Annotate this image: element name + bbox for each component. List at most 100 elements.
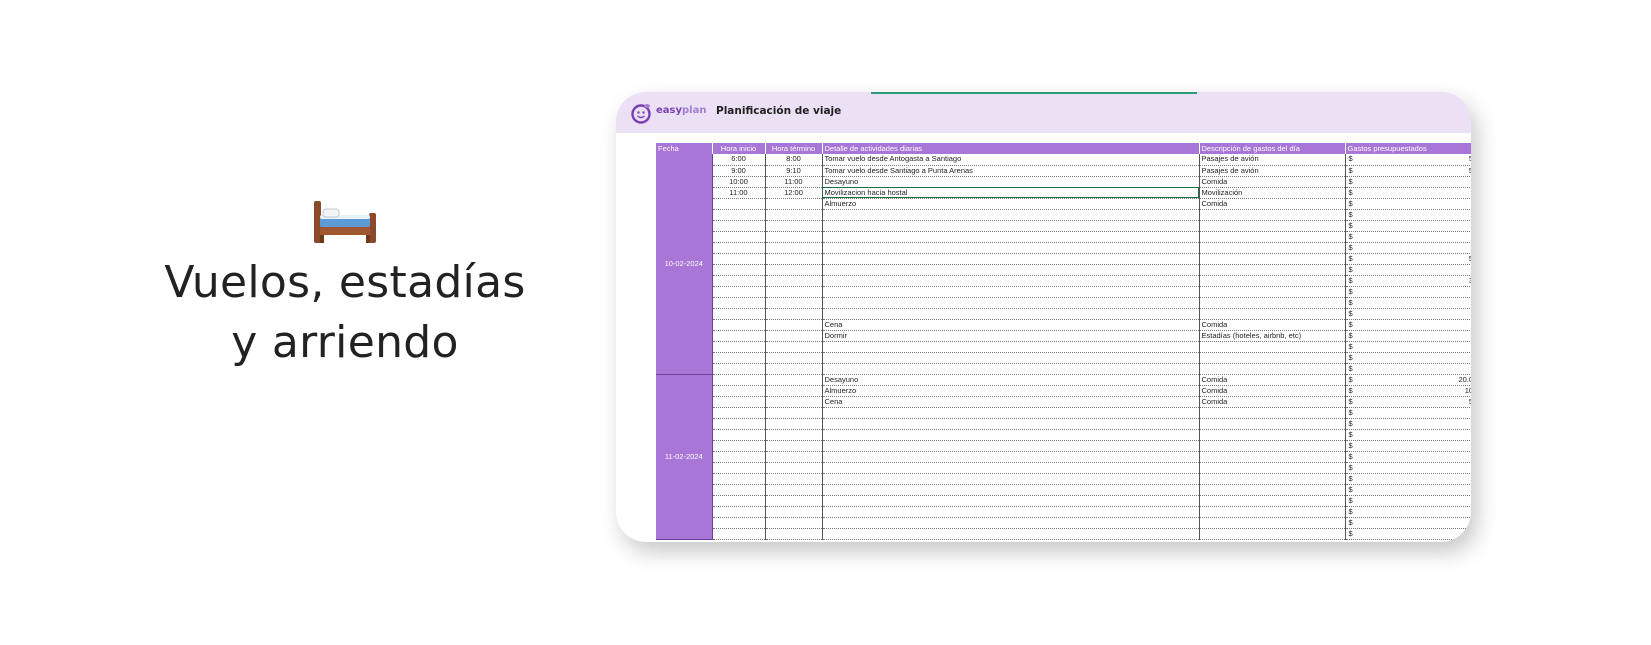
end-time-cell[interactable] [765,418,823,430]
end-time-cell[interactable] [765,528,823,540]
end-time-cell[interactable] [765,352,823,364]
start-time-cell[interactable] [712,220,766,232]
end-time-cell[interactable] [765,330,823,342]
header-gastos[interactable]: Gastos presupuestados [1345,143,1471,154]
expense-category-cell[interactable] [1199,429,1346,441]
start-time-cell[interactable] [712,242,766,254]
budget-amount-cell[interactable]: $100.0 [1345,385,1471,397]
expense-category-cell[interactable] [1199,484,1346,496]
start-time-cell[interactable] [712,396,766,408]
start-time-cell[interactable] [712,330,766,342]
start-time-cell[interactable] [712,198,766,210]
expense-category-cell[interactable] [1199,451,1346,463]
start-time-cell[interactable] [712,264,766,276]
end-time-cell[interactable] [765,484,823,496]
activity-cell[interactable] [822,407,1200,419]
start-time-cell[interactable] [712,495,766,507]
expense-category-cell[interactable] [1199,231,1346,243]
expense-category-cell[interactable] [1199,286,1346,298]
expense-category-cell[interactable]: Comida [1199,198,1346,210]
expense-category-cell[interactable] [1199,473,1346,485]
budget-amount-cell[interactable]: $- [1345,242,1471,254]
expense-category-cell[interactable] [1199,220,1346,232]
start-time-cell[interactable] [712,528,766,540]
budget-amount-cell[interactable]: $- [1345,319,1471,331]
end-time-cell[interactable] [765,308,823,320]
start-time-cell[interactable] [712,517,766,529]
end-time-cell[interactable] [765,451,823,463]
end-time-cell[interactable] [765,220,823,232]
expense-category-cell[interactable]: Pasajes de avión [1199,154,1346,166]
expense-category-cell[interactable]: Estadías (hoteles, airbnb, etc) [1199,330,1346,342]
expense-category-cell[interactable] [1199,418,1346,430]
end-time-cell[interactable]: 9:10 [765,165,823,177]
start-time-cell[interactable] [712,297,766,309]
budget-amount-cell[interactable]: $- [1345,473,1471,485]
budget-amount-cell[interactable]: $50.0 [1345,396,1471,408]
end-time-cell[interactable] [765,517,823,529]
start-time-cell[interactable] [712,374,766,386]
start-time-cell[interactable]: 11:00 [712,187,766,199]
budget-amount-cell[interactable]: $- [1345,462,1471,474]
start-time-cell[interactable] [712,341,766,353]
budget-amount-cell[interactable]: $2.3 [1345,264,1471,276]
activity-cell[interactable] [822,297,1200,309]
activity-cell[interactable]: Cena [822,319,1200,331]
start-time-cell[interactable] [712,385,766,397]
header-hora-termino[interactable]: Hora término [765,143,823,154]
budget-amount-cell[interactable]: $20.000, [1345,374,1471,386]
activity-cell[interactable] [822,473,1200,485]
start-time-cell[interactable] [712,429,766,441]
end-time-cell[interactable]: 8:00 [765,154,823,166]
budget-amount-cell[interactable]: $- [1345,209,1471,221]
start-time-cell[interactable] [712,231,766,243]
expense-category-cell[interactable]: Movilización [1199,187,1346,199]
expense-category-cell[interactable]: Pasajes de avión [1199,165,1346,177]
activity-cell[interactable] [822,506,1200,518]
expense-category-cell[interactable] [1199,209,1346,221]
activity-cell[interactable] [822,220,1200,232]
activity-cell[interactable] [822,253,1200,265]
activity-cell[interactable]: Tomar vuelo desde Antogasta a Santiago [822,154,1200,166]
start-time-cell[interactable] [712,286,766,298]
start-time-cell[interactable] [712,484,766,496]
header-descripcion[interactable]: Descripción de gastos del día [1199,143,1346,154]
budget-amount-cell[interactable]: $- [1345,363,1471,375]
start-time-cell[interactable] [712,363,766,375]
expense-category-cell[interactable] [1199,517,1346,529]
end-time-cell[interactable] [765,396,823,408]
end-time-cell[interactable] [765,231,823,243]
start-time-cell[interactable] [712,319,766,331]
expense-category-cell[interactable] [1199,341,1346,353]
activity-cell[interactable] [822,528,1200,540]
start-time-cell[interactable] [712,253,766,265]
end-time-cell[interactable] [765,209,823,221]
activity-cell[interactable] [822,275,1200,287]
budget-amount-cell[interactable]: $50.0 [1345,253,1471,265]
expense-category-cell[interactable] [1199,297,1346,309]
end-time-cell[interactable] [765,385,823,397]
end-time-cell[interactable] [765,473,823,485]
end-time-cell[interactable] [765,275,823,287]
budget-amount-cell[interactable]: $- [1345,231,1471,243]
start-time-cell[interactable] [712,209,766,221]
budget-amount-cell[interactable]: $- [1345,429,1471,441]
end-time-cell[interactable] [765,429,823,441]
activity-cell[interactable] [822,462,1200,474]
expense-category-cell[interactable] [1199,242,1346,254]
expense-category-cell[interactable]: Comida [1199,396,1346,408]
end-time-cell[interactable] [765,407,823,419]
expense-category-cell[interactable] [1199,264,1346,276]
activity-cell[interactable] [822,418,1200,430]
activity-cell[interactable] [822,517,1200,529]
end-time-cell[interactable] [765,462,823,474]
start-time-cell[interactable] [712,308,766,320]
activity-cell[interactable] [822,209,1200,221]
start-time-cell[interactable] [712,275,766,287]
start-time-cell[interactable] [712,473,766,485]
activity-cell[interactable] [822,451,1200,463]
activity-cell[interactable]: Desayuno [822,374,1200,386]
budget-amount-cell[interactable]: $- [1345,418,1471,430]
date-cell[interactable]: 10-02-2024 [656,154,713,375]
header-hora-inicio[interactable]: Hora inicio [712,143,766,154]
